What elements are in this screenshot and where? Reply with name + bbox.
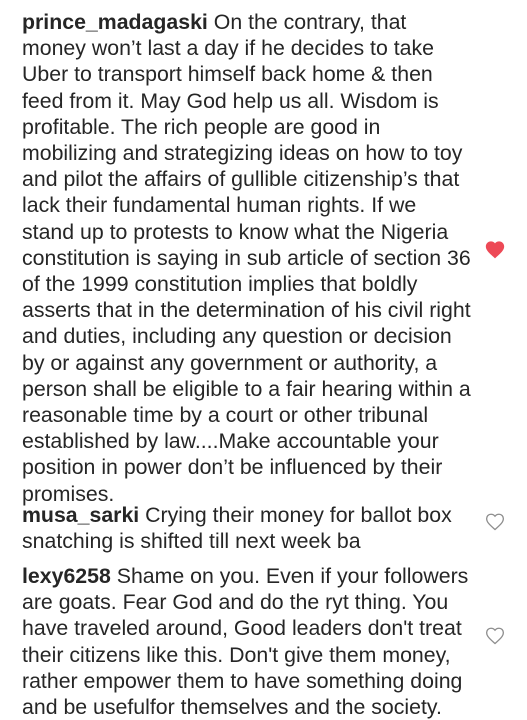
heart-outline-icon[interactable] [485,513,505,531]
comment-item: musa_sarki Crying their money for ballot… [22,502,472,554]
comment-item: prince_madagaski On the contrary, that m… [22,9,472,507]
comment-username[interactable]: prince_madagaski [22,10,208,34]
heart-filled-icon[interactable] [485,241,505,259]
comment-username[interactable]: lexy6258 [22,564,111,588]
comment-text: On the contrary, that money won’t last a… [22,10,471,506]
comment-username[interactable]: musa_sarki [22,503,139,527]
heart-outline-icon[interactable] [485,627,505,645]
comment-item: lexy6258 Shame on you. Even if your foll… [22,563,472,720]
